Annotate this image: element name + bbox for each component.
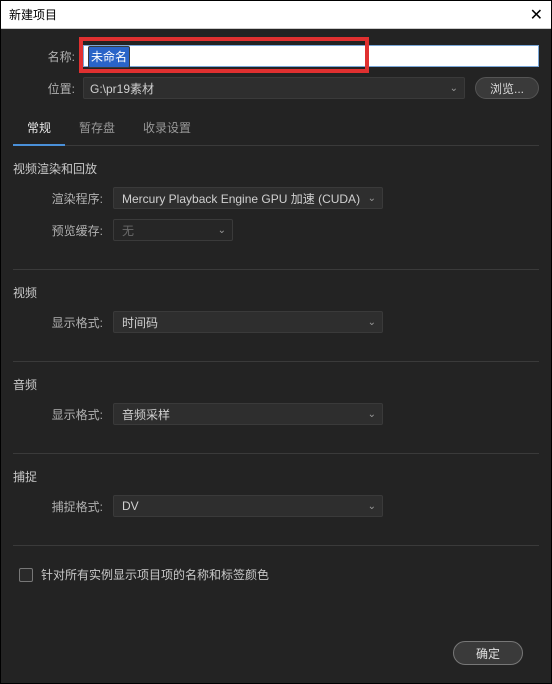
project-name-input[interactable]: 未命名 [83, 45, 539, 67]
group-capture-title: 捕捉 [13, 468, 539, 485]
field-video-format: 显示格式: 时间码 ⌄ [23, 311, 539, 333]
field-capture-format: 捕捉格式: DV ⌄ [23, 495, 539, 517]
field-render-engine: 渲染程序: Mercury Playback Engine GPU 加速 (CU… [23, 187, 539, 209]
group-capture: 捕捉 捕捉格式: DV ⌄ [13, 468, 539, 527]
dialog-body: 名称: 未命名 位置: G:\pr19素材 ⌄ 浏览... 常规 暂存盘 收录设… [1, 29, 551, 683]
separator [13, 545, 539, 546]
field-audio-format: 显示格式: 音频采样 ⌄ [23, 403, 539, 425]
video-format-label: 显示格式: [23, 314, 113, 331]
preview-cache-select: 无 ⌄ [113, 219, 233, 241]
group-audio: 音频 显示格式: 音频采样 ⌄ [13, 376, 539, 435]
group-audio-title: 音频 [13, 376, 539, 393]
browse-button[interactable]: 浏览... [475, 77, 539, 99]
location-select[interactable]: G:\pr19素材 ⌄ [83, 77, 465, 99]
location-value: G:\pr19素材 [90, 80, 154, 97]
separator [13, 361, 539, 362]
chevron-down-icon: ⌄ [218, 225, 226, 236]
audio-format-label: 显示格式: [23, 406, 113, 423]
tab-general[interactable]: 常规 [13, 113, 65, 146]
chevron-down-icon: ⌄ [368, 501, 376, 512]
preview-cache-label: 预览缓存: [23, 222, 113, 239]
checkbox-row[interactable]: 针对所有实例显示项目项的名称和标签颜色 [19, 566, 539, 583]
field-preview-cache: 预览缓存: 无 ⌄ [23, 219, 539, 241]
footer: 确定 [13, 627, 539, 683]
group-render: 视频渲染和回放 渲染程序: Mercury Playback Engine GP… [13, 160, 539, 251]
capture-format-label: 捕捉格式: [23, 498, 113, 515]
tabs: 常规 暂存盘 收录设置 [13, 113, 539, 146]
name-label: 名称: [13, 48, 83, 65]
tab-ingest[interactable]: 收录设置 [129, 113, 205, 145]
ok-button[interactable]: 确定 [453, 641, 523, 665]
name-input-wrap: 未命名 [83, 45, 539, 67]
window-title: 新建项目 [9, 6, 503, 23]
location-row: 位置: G:\pr19素材 ⌄ 浏览... [13, 77, 539, 99]
chevron-down-icon: ⌄ [450, 83, 458, 94]
new-project-dialog: 新建项目 ✕ 名称: 未命名 位置: G:\pr19素材 ⌄ 浏览... 常规 [0, 0, 552, 684]
render-engine-label: 渲染程序: [23, 190, 113, 207]
close-icon[interactable]: ✕ [503, 5, 543, 25]
name-selected-text: 未命名 [88, 46, 130, 68]
audio-format-select[interactable]: 音频采样 ⌄ [113, 403, 383, 425]
render-engine-select[interactable]: Mercury Playback Engine GPU 加速 (CUDA) ⌄ [113, 187, 383, 209]
chevron-down-icon: ⌄ [368, 409, 376, 420]
group-video-title: 视频 [13, 284, 539, 301]
group-video: 视频 显示格式: 时间码 ⌄ [13, 284, 539, 343]
video-format-select[interactable]: 时间码 ⌄ [113, 311, 383, 333]
separator [13, 269, 539, 270]
chevron-down-icon: ⌄ [368, 317, 376, 328]
name-row: 名称: 未命名 [13, 45, 539, 67]
group-render-title: 视频渲染和回放 [13, 160, 539, 177]
tab-scratch[interactable]: 暂存盘 [65, 113, 129, 145]
separator [13, 453, 539, 454]
capture-format-select[interactable]: DV ⌄ [113, 495, 383, 517]
titlebar: 新建项目 ✕ [1, 1, 551, 29]
location-label: 位置: [13, 80, 83, 97]
chevron-down-icon: ⌄ [368, 193, 376, 204]
checkbox-label: 针对所有实例显示项目项的名称和标签颜色 [41, 566, 269, 583]
checkbox-icon[interactable] [19, 568, 33, 582]
